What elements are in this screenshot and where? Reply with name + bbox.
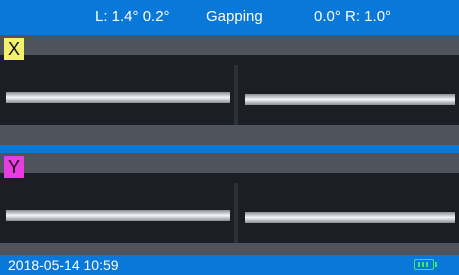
x-view-top-band [0,35,459,55]
x-view-label: X [4,38,24,60]
y-view-gap-marker [234,183,238,243]
y-view-top-band [0,153,459,173]
y-view-panel: Y [0,153,459,263]
battery-icon [414,259,437,270]
footer-bar: 2018-05-14 10:59 [0,255,459,275]
mode-label: Gapping [206,8,263,25]
y-view-right-fiber [245,212,455,223]
datetime-display: 2018-05-14 10:59 [8,257,119,273]
x-view-panel: X [0,35,459,145]
x-view-gap-marker [234,65,238,125]
y-view-label: Y [4,156,24,178]
x-view-right-fiber [245,94,455,105]
x-view-left-fiber [6,92,230,103]
right-angle-readout: 0.0° R: 1.0° [314,8,392,25]
status-bar: L: 1.4° 0.2° Gapping 0.0° R: 1.0° [0,0,459,33]
left-angle-readout: L: 1.4° 0.2° [95,8,170,25]
x-view-bottom-band [0,125,459,145]
y-view-left-fiber [6,210,230,221]
